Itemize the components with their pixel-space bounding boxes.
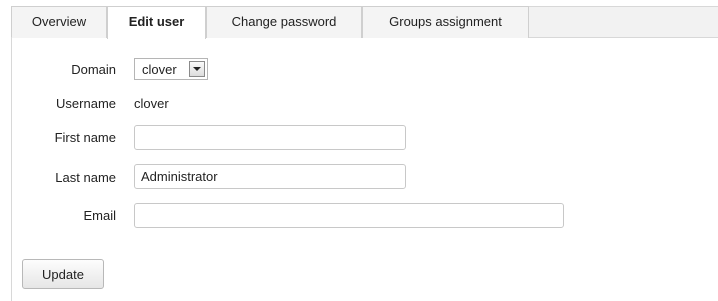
domain-select[interactable]: clover (134, 58, 208, 80)
update-button[interactable]: Update (22, 259, 104, 289)
tab-edit-user[interactable]: Edit user (107, 6, 206, 39)
tab-groups-assignment[interactable]: Groups assignment (362, 6, 529, 38)
first-name-field[interactable] (134, 125, 406, 150)
last-name-label: Last name (55, 170, 116, 185)
username-value: clover (134, 96, 169, 111)
username-label: Username (56, 96, 116, 111)
first-name-label: First name (54, 130, 116, 145)
email-label: Email (83, 208, 116, 223)
email-field[interactable] (134, 203, 564, 228)
tab-overview[interactable]: Overview (11, 6, 107, 38)
last-name-field[interactable] (134, 164, 406, 189)
tab-change-password[interactable]: Change password (206, 6, 362, 38)
chevron-down-icon[interactable] (189, 61, 205, 77)
domain-label: Domain (71, 62, 116, 77)
domain-select-value: clover (142, 62, 177, 77)
